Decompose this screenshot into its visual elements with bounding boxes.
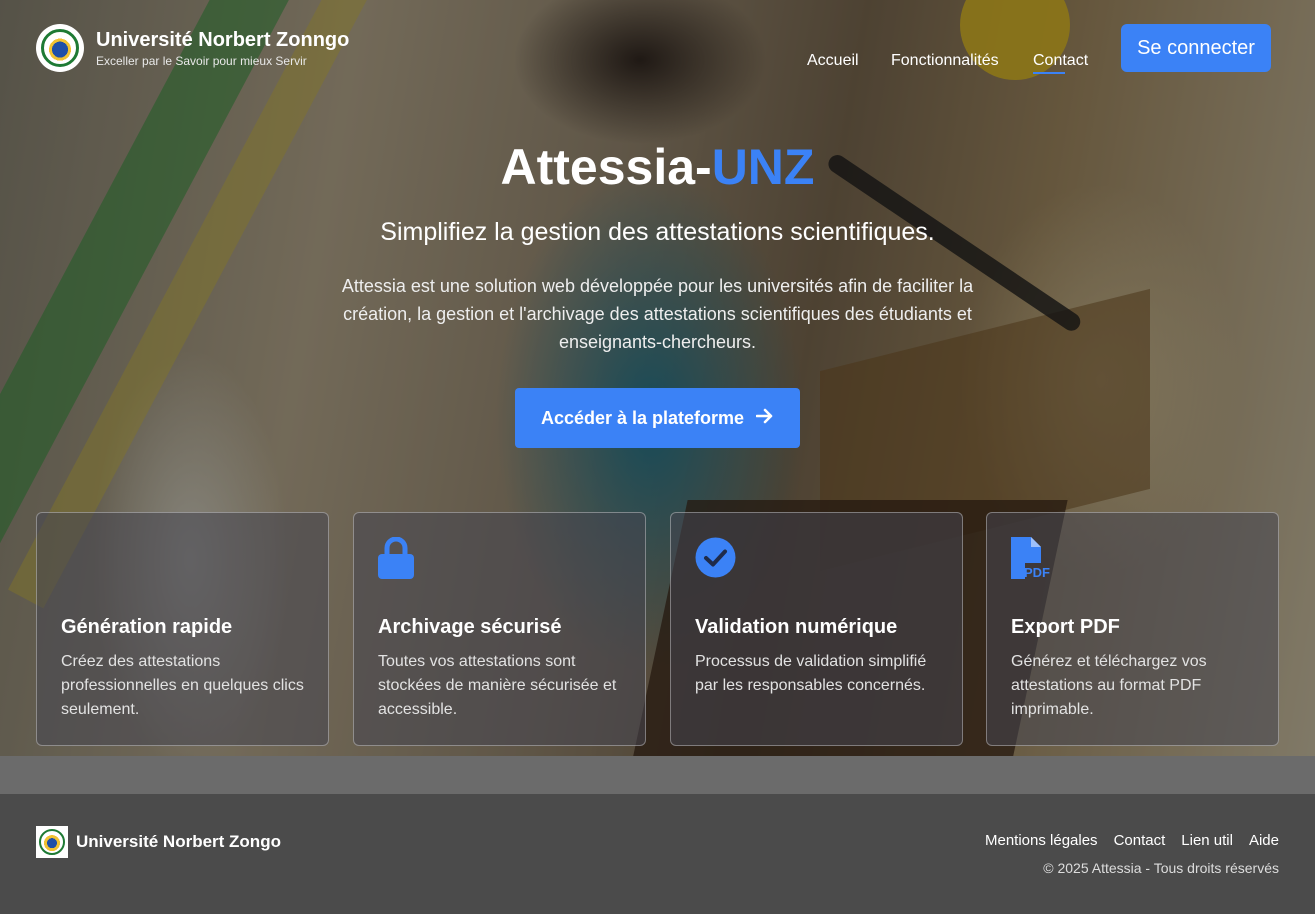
hero-title: Attessia-UNZ <box>0 138 1315 196</box>
site-header: Université Norbert Zonngo Exceller par l… <box>0 0 1315 96</box>
footer-link-contact[interactable]: Contact <box>1114 832 1166 849</box>
lightning-icon <box>61 537 105 581</box>
footer-brand-name: Université Norbert Zongo <box>76 832 281 851</box>
footer-link-aide[interactable]: Aide <box>1249 832 1279 849</box>
feature-title: Export PDF <box>1011 616 1120 638</box>
check-circle-icon <box>695 537 739 581</box>
feature-title: Archivage sécurisé <box>378 616 562 638</box>
footer-link-lien-util[interactable]: Lien util <box>1181 832 1233 849</box>
feature-title: Génération rapide <box>61 616 233 638</box>
feature-text: Créez des attestations professionnelles … <box>61 653 304 718</box>
section-divider <box>0 756 1315 794</box>
nav-item-accueil[interactable]: Accueil <box>807 52 859 70</box>
feature-card: Archivage sécurisé Toutes vos attestatio… <box>353 512 646 746</box>
brand-subtitle: Exceller par le Savoir pour mieux Servir <box>96 53 307 68</box>
footer-logo <box>36 826 68 858</box>
site-footer: Université Norbert Zongo Mentions légale… <box>0 794 1315 914</box>
feature-text: Processus de validation simplifié par le… <box>695 653 927 694</box>
pdf-file-icon: PDF <box>1011 537 1055 581</box>
brand-title: Université Norbert Zonngo <box>96 28 350 51</box>
footer-logo-emblem <box>39 829 65 855</box>
svg-text:PDF: PDF <box>1024 565 1050 579</box>
brand-text: Université Norbert Zonngo Exceller par l… <box>96 28 349 69</box>
hero-subtitle: Simplifiez la gestion des attestations s… <box>380 218 935 246</box>
nav-item-fonctionnalites[interactable]: Fonctionnalités <box>891 52 999 70</box>
feature-text: Toutes vos attestations sont stockées de… <box>378 653 617 718</box>
footer-links: Mentions légales Contact Lien util Aide <box>985 832 1279 849</box>
arrow-right-icon <box>755 407 774 430</box>
nav-item-contact[interactable]: Contact <box>1033 52 1088 70</box>
cta-label: Accéder à la plateforme <box>540 407 745 428</box>
nav-active-indicator <box>1033 72 1065 74</box>
university-logo <box>36 24 84 72</box>
feature-card: Génération rapide Créez des attestations… <box>36 512 329 746</box>
feature-card: PDF Export PDF Générez et téléchargez vo… <box>986 512 1279 746</box>
footer-link-mentions[interactable]: Mentions légales <box>985 832 1098 849</box>
brand[interactable]: Université Norbert Zonngo Exceller par l… <box>36 24 349 72</box>
access-platform-button[interactable]: Accéder à la plateforme <box>515 388 800 448</box>
hero-title-accent: UNZ <box>711 139 815 195</box>
feature-card: Validation numérique Processus de valida… <box>670 512 963 746</box>
feature-title: Validation numérique <box>695 616 898 638</box>
footer-copyright: © 2025 Attessia - Tous droits réservés <box>1043 860 1279 876</box>
logo-emblem <box>41 29 79 67</box>
footer-brand[interactable]: Université Norbert Zongo <box>36 826 281 858</box>
lock-icon <box>378 536 422 581</box>
login-button[interactable]: Se connecter <box>1121 24 1271 72</box>
feature-text: Générez et téléchargez vos attestations … <box>1011 653 1207 718</box>
hero-description: Attessia est une solution web développée… <box>341 276 974 352</box>
hero-title-main: Attessia- <box>500 139 712 195</box>
